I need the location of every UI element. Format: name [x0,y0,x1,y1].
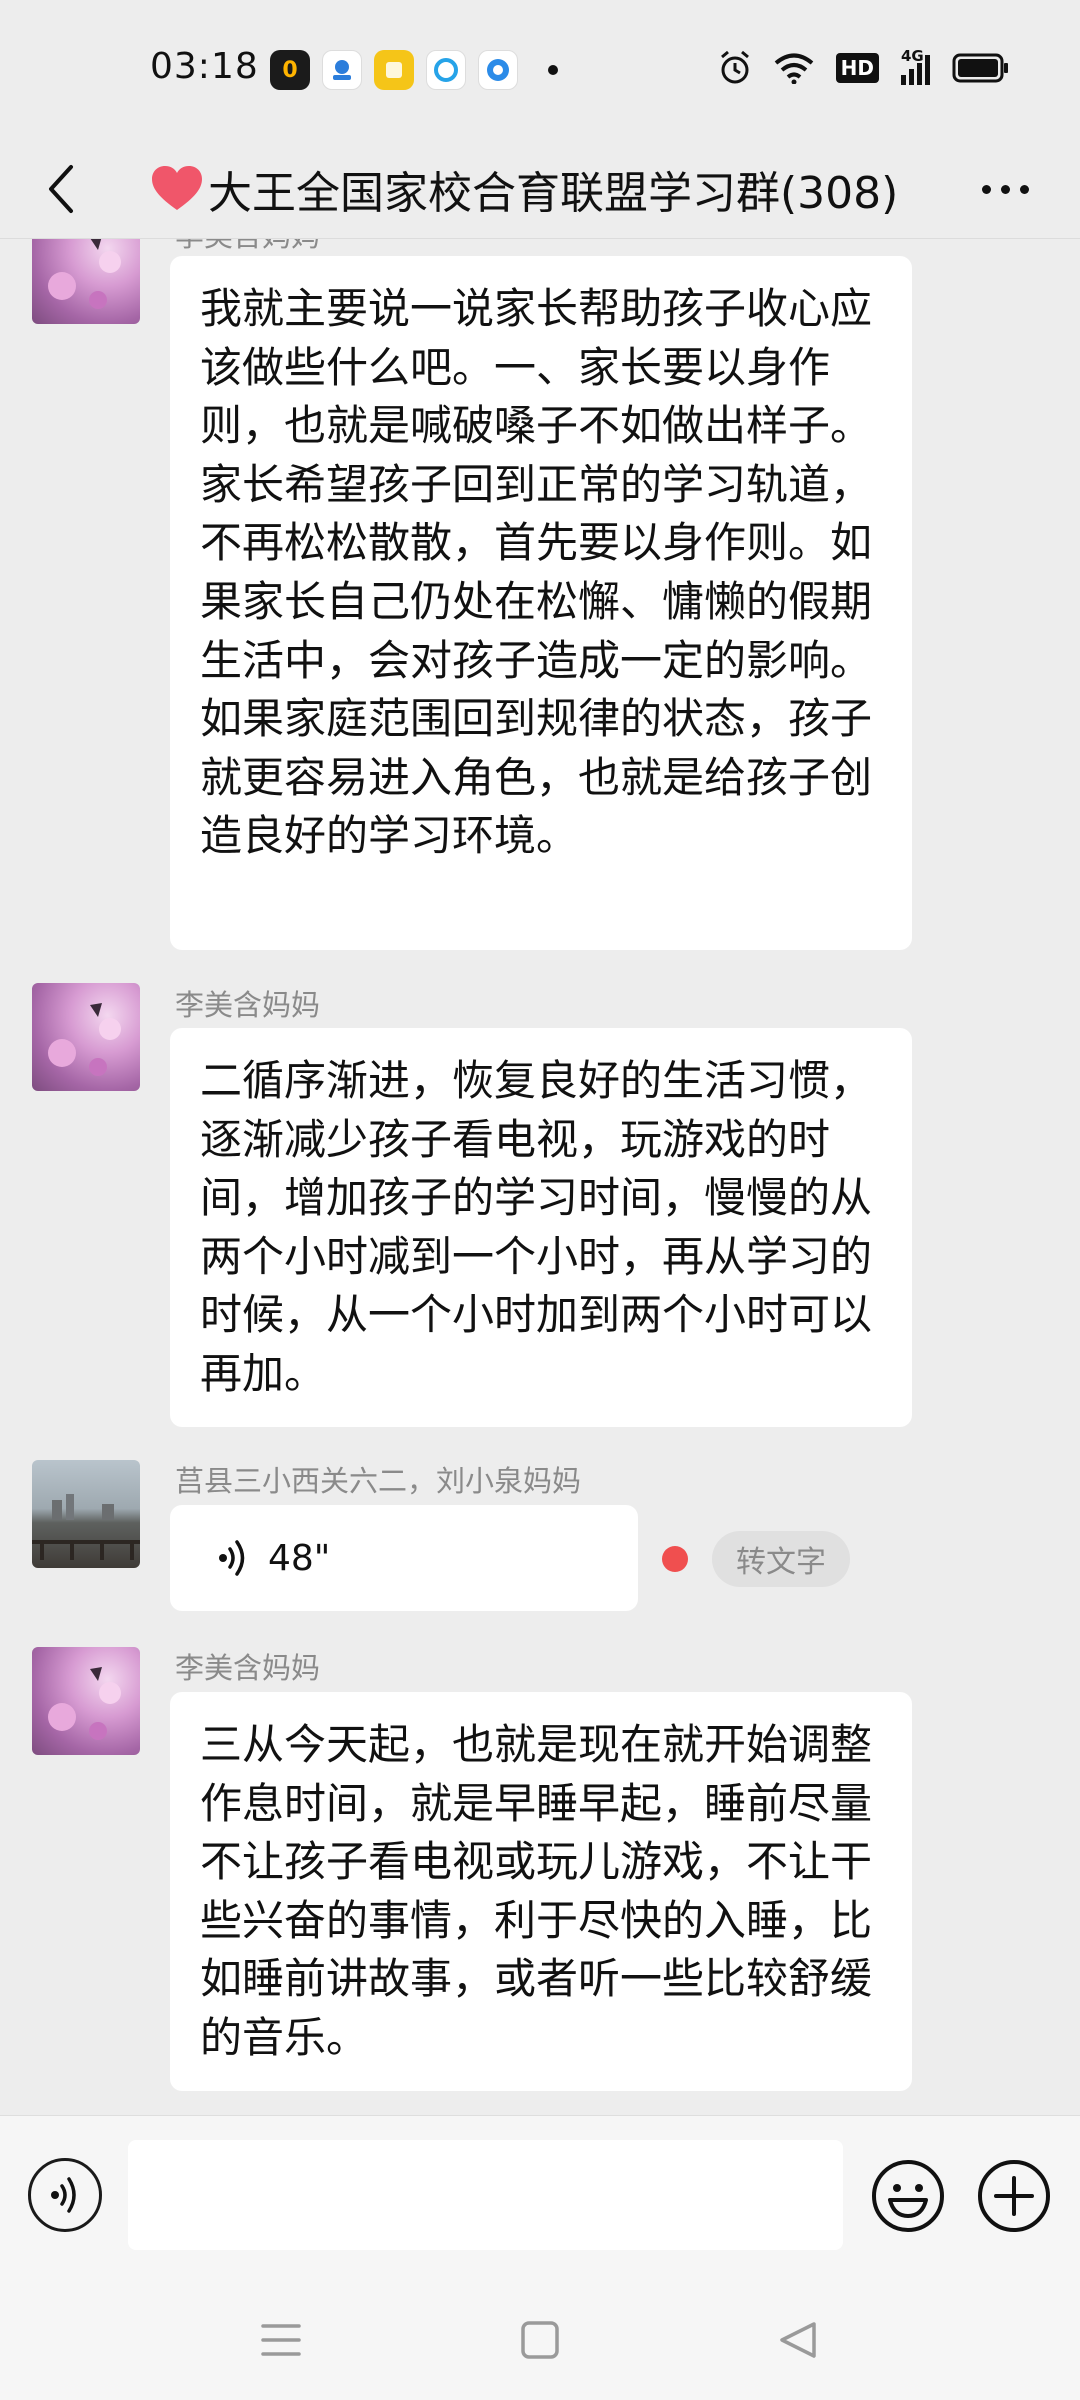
back-button[interactable] [30,140,90,238]
flower-avatar-image [48,239,121,309]
heart-icon [152,166,202,210]
message-input[interactable] [128,2140,843,2250]
cellular-signal-icon: 4G [901,47,930,85]
home-nav-icon [521,2321,559,2359]
voice-input-button[interactable] [28,2158,102,2232]
more-icon [981,184,991,194]
sender-name: 莒县三小西关六二，刘小泉妈妈 [175,1464,582,1498]
avatar[interactable] [32,983,140,1091]
message-list[interactable]: 李美含妈妈 我就主要说一说家长帮助孩子收心应该做些什么吧。一、家长要以身作则，也… [0,239,1080,2115]
system-navigation-bar [0,2280,1080,2400]
chat-title: 大王全国家校合育联盟学习群(308) [150,140,930,238]
back-icon [49,165,73,213]
flower-avatar-image [48,1003,121,1076]
app-notification-icon [478,50,518,90]
voice-duration: 48" [268,1537,331,1579]
sender-name: 李美含妈妈 [175,239,320,255]
message-bubble[interactable]: 我就主要说一说家长帮助孩子收心应该做些什么吧。一、家长要以身作则，也就是喊破嗓子… [170,256,912,950]
app-notification-icon [374,50,414,90]
flower-avatar-image [48,1667,121,1740]
more-notifications-dot [548,65,558,75]
input-bar [0,2115,1080,2280]
back-nav-icon [780,2322,816,2358]
chat-header: 大王全国家校合育联盟学习群(308) [0,140,1080,238]
battery-icon [952,53,1008,83]
avatar[interactable] [32,239,140,324]
notification-icons: 0 [270,50,558,90]
emoji-icon [872,2160,944,2232]
lake-avatar-image [32,1494,140,1560]
app-notification-icon [322,50,362,90]
chat-title-text: 大王全国家校合育联盟学习群(308) [208,168,899,219]
home-button[interactable] [510,2310,570,2370]
message-bubble[interactable]: 二循序渐进，恢复良好的生活习惯，逐渐减少孩子看电视，玩游戏的时间，增加孩子的学习… [170,1028,912,1427]
status-time: 03:18 [150,46,259,87]
wifi-icon [774,53,813,84]
more-functions-button[interactable] [976,2158,1052,2234]
avatar[interactable] [32,1647,140,1755]
message-bubble[interactable]: 三从今天起，也就是现在就开始调整作息时间，就是早睡早起，睡前尽量不让孩子看电视或… [170,1692,912,2091]
network-type-label: 4G [901,47,924,65]
convert-to-text-button[interactable]: 转文字 [712,1531,850,1587]
voice-wave-icon [219,1540,245,1576]
app-notification-icon [426,50,466,90]
status-bar: 03:18 0 HD 4G [0,0,1080,140]
more-options-button[interactable] [960,140,1050,238]
menu-nav-icon [261,2324,301,2356]
recent-apps-button[interactable] [251,2310,311,2370]
emoji-button[interactable] [870,2158,946,2234]
alarm-icon [720,50,749,84]
app-notification-icon: 0 [270,50,310,90]
system-indicators: HD 4G [718,47,1010,86]
voice-icon [51,2177,76,2213]
hd-badge: HD [835,53,879,83]
back-nav-button[interactable] [768,2310,828,2370]
plus-icon [978,2160,1050,2232]
avatar[interactable] [32,1460,140,1568]
voice-message-bubble[interactable]: 48" [170,1505,638,1611]
sender-name: 李美含妈妈 [175,988,321,1022]
sender-name: 李美含妈妈 [175,1651,321,1685]
unread-voice-dot [662,1546,688,1572]
